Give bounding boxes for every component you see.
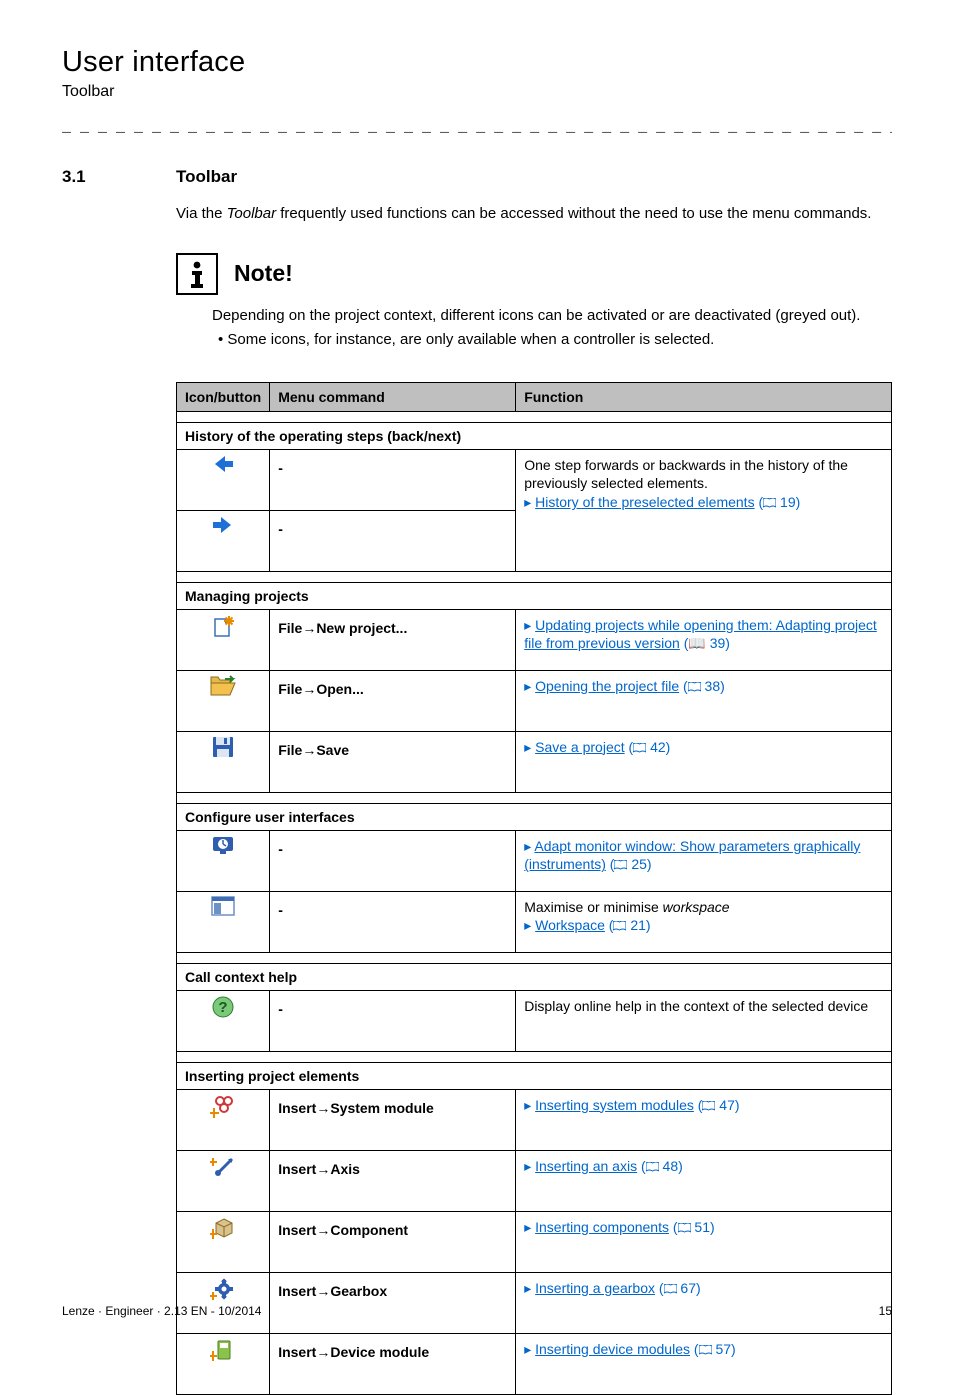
fn-sysmod: ▸ Inserting system modules ( 47) — [516, 1089, 892, 1150]
link-axis[interactable]: Inserting an axis — [535, 1158, 637, 1174]
link-gear[interactable]: Inserting a gearbox — [535, 1280, 655, 1296]
cmd-comp: Insert→Component — [270, 1211, 516, 1272]
fn-monitor: ▸ Adapt monitor window: Show parameters … — [516, 830, 892, 891]
fn-open: ▸ Opening the project file ( 38) — [516, 670, 892, 731]
cmd-workspace: - — [270, 891, 516, 952]
open-icon — [177, 670, 270, 731]
device-module-icon — [177, 1333, 270, 1394]
fn-history: One step forwards or backwards in the hi… — [516, 449, 892, 571]
page-subtitle: Toolbar — [62, 83, 892, 101]
fn-save: ▸ Save a project ( 42) — [516, 731, 892, 792]
cmd-gear: Insert→Gearbox — [270, 1272, 516, 1333]
cmd-new: File→New project... — [270, 609, 516, 670]
gearbox-icon — [177, 1272, 270, 1333]
section-number: 3.1 — [62, 167, 176, 1395]
fn-help: Display online help in the context of th… — [516, 990, 892, 1051]
section-intro: Via the Toolbar frequently used function… — [176, 203, 892, 225]
link-comp[interactable]: Inserting components — [535, 1219, 669, 1235]
link-workspace[interactable]: Workspace — [535, 917, 605, 933]
toolbar-table: Icon/button Menu command Function Histor… — [176, 382, 892, 1395]
new-project-icon — [177, 609, 270, 670]
cmd-sysmod: Insert→System module — [270, 1089, 516, 1150]
fn-new: ▸ Updating projects while opening them: … — [516, 609, 892, 670]
component-icon — [177, 1211, 270, 1272]
cmd-forward: - — [270, 510, 516, 571]
cmd-open: File→Open... — [270, 670, 516, 731]
fn-axis: ▸ Inserting an axis ( 48) — [516, 1150, 892, 1211]
fn-gear: ▸ Inserting a gearbox ( 67) — [516, 1272, 892, 1333]
separator: _ _ _ _ _ _ _ _ _ _ _ _ _ _ _ _ _ _ _ _ … — [62, 119, 892, 137]
link-sysmod[interactable]: Inserting system modules — [535, 1097, 694, 1113]
group-help: Call context help — [177, 963, 892, 990]
group-history: History of the operating steps (back/nex… — [177, 422, 892, 449]
axis-icon — [177, 1150, 270, 1211]
help-icon: ? — [177, 990, 270, 1051]
cmd-save: File→Save — [270, 731, 516, 792]
note-bullet: Some icons, for instance, are only avail… — [218, 331, 892, 348]
cmd-axis: Insert→Axis — [270, 1150, 516, 1211]
fn-devmod: ▸ Inserting device modules ( 57) — [516, 1333, 892, 1394]
workspace-icon — [177, 891, 270, 952]
col-fn-header: Function — [516, 382, 892, 411]
info-icon — [176, 253, 218, 295]
fn-workspace: Maximise or minimise workspace ▸ Workspa… — [516, 891, 892, 952]
cmd-help: - — [270, 990, 516, 1051]
link-history[interactable]: History of the preselected elements — [535, 494, 754, 510]
note-body: Depending on the project context, differ… — [212, 305, 892, 327]
cmd-back: - — [270, 449, 516, 510]
footer-page-number: 15 — [879, 1304, 892, 1318]
col-cmd-header: Menu command — [270, 382, 516, 411]
note-title: Note! — [234, 260, 293, 287]
svg-text:?: ? — [219, 999, 228, 1016]
footer-left: Lenze · Engineer · 2.13 EN - 10/2014 — [62, 1304, 261, 1318]
group-inserting: Inserting project elements — [177, 1062, 892, 1089]
col-icon-header: Icon/button — [177, 382, 270, 411]
link-open[interactable]: Opening the project file — [535, 678, 679, 694]
cmd-monitor: - — [270, 830, 516, 891]
forward-arrow-icon — [177, 510, 270, 571]
section-heading: Toolbar — [176, 167, 892, 187]
link-save[interactable]: Save a project — [535, 739, 625, 755]
system-module-icon — [177, 1089, 270, 1150]
fn-comp: ▸ Inserting components ( 51) — [516, 1211, 892, 1272]
page-title: User interface — [62, 46, 892, 79]
monitor-icon — [177, 830, 270, 891]
save-icon — [177, 731, 270, 792]
cmd-devmod: Insert→Device module — [270, 1333, 516, 1394]
back-arrow-icon — [177, 449, 270, 510]
group-projects: Managing projects — [177, 582, 892, 609]
link-monitor[interactable]: Adapt monitor window: Show parameters gr… — [524, 838, 860, 873]
link-devmod[interactable]: Inserting device modules — [535, 1341, 690, 1357]
group-interfaces: Configure user interfaces — [177, 803, 892, 830]
